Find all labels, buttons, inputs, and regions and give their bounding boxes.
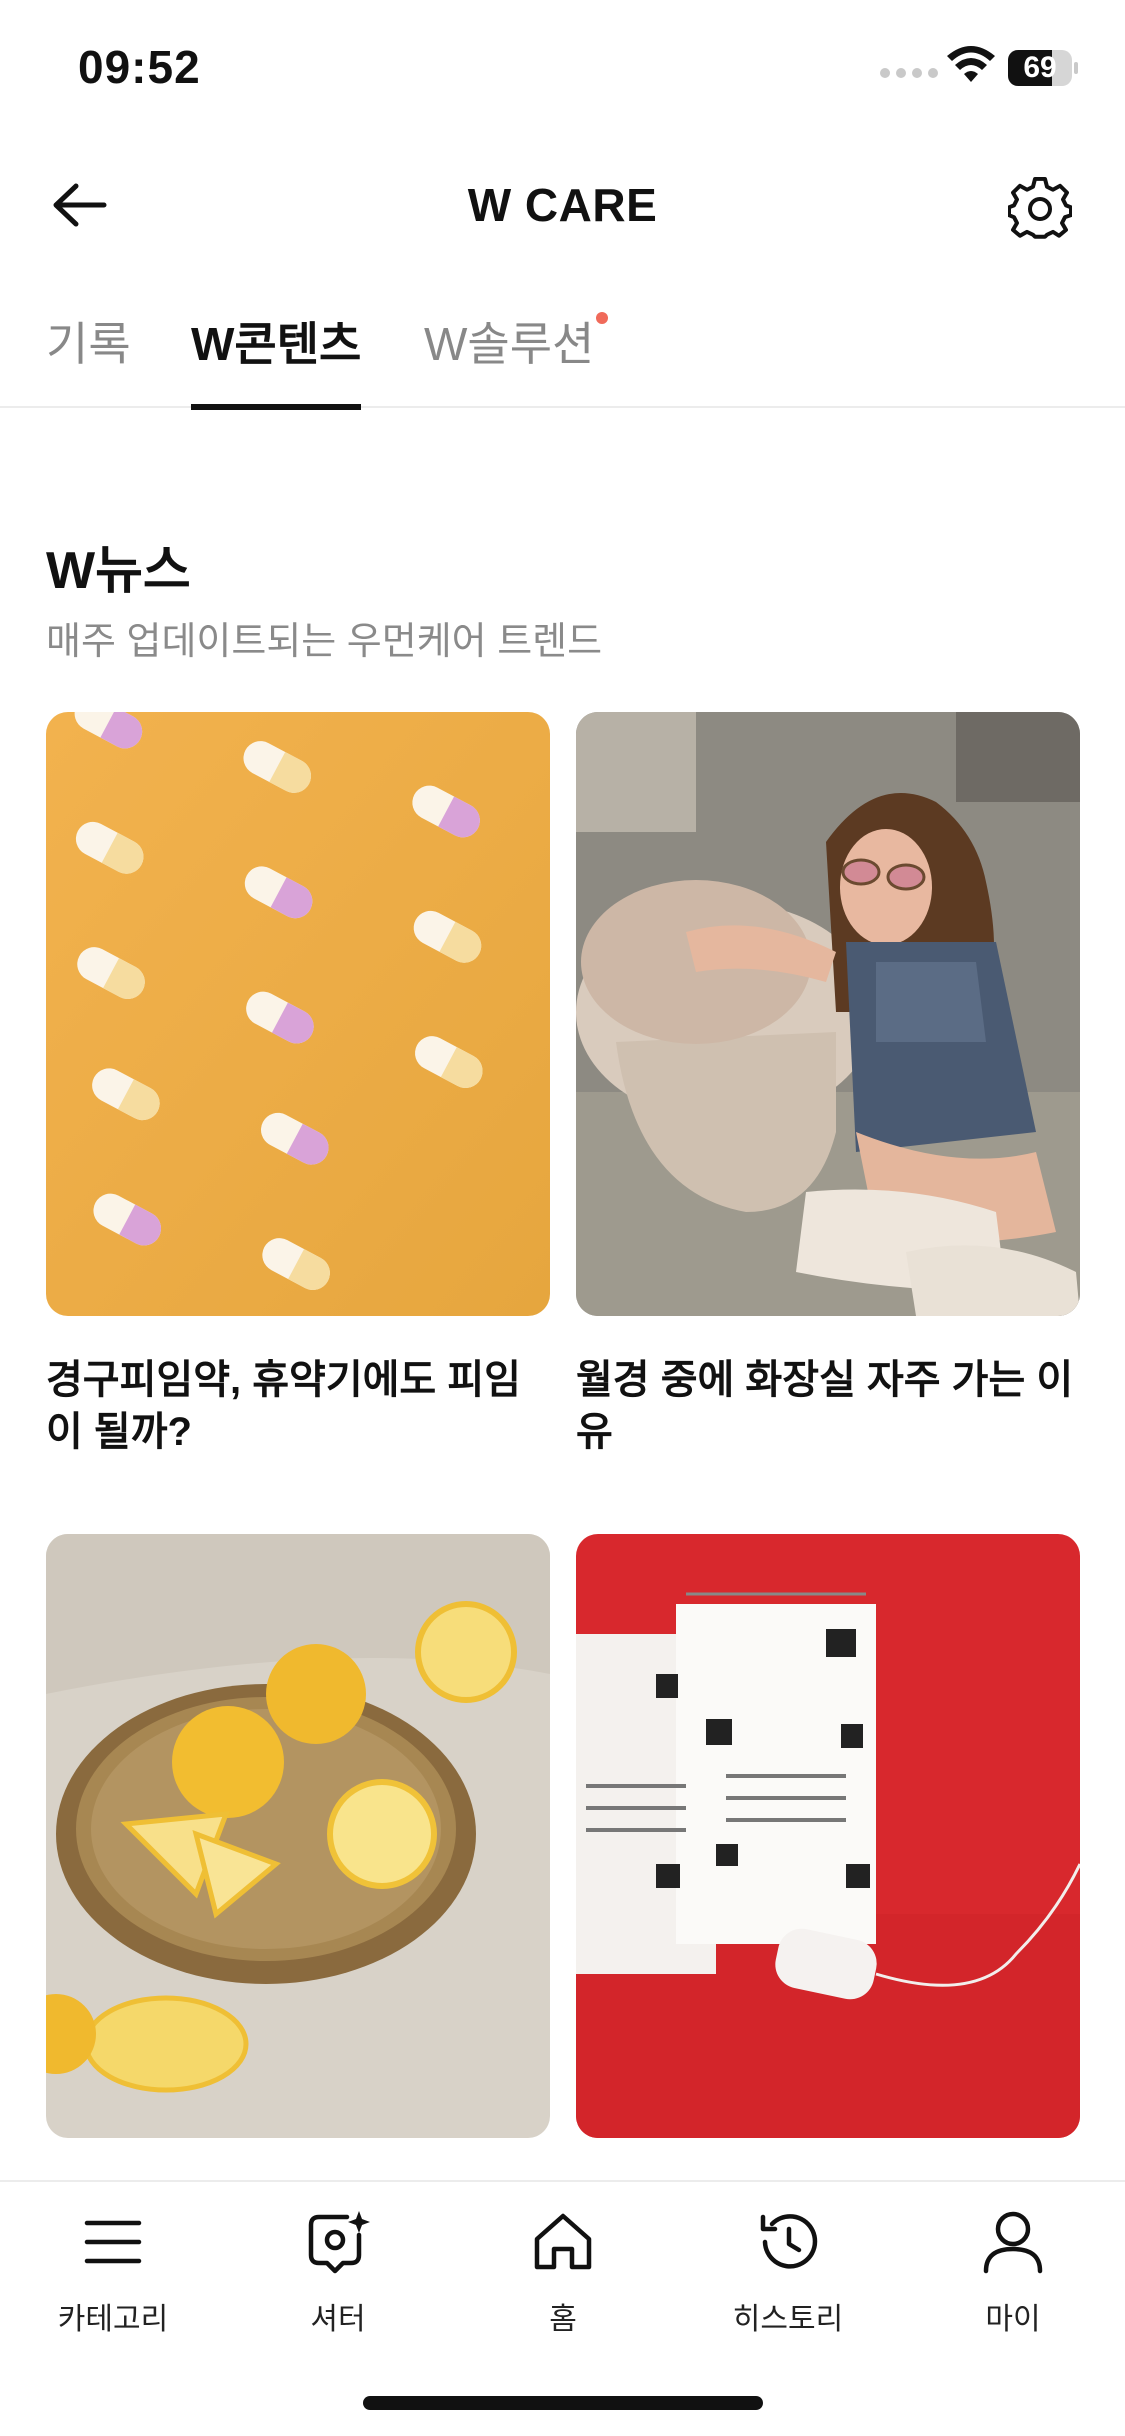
nav-my[interactable]: 마이 xyxy=(913,2204,1113,2344)
app-header: W CARE xyxy=(0,150,1125,260)
battery-level: 69 xyxy=(1023,51,1057,84)
settings-button[interactable] xyxy=(1000,168,1080,248)
status-bar: 09:52 69 xyxy=(0,0,1125,140)
news-card[interactable] xyxy=(576,1534,1080,2176)
section-subtitle: 매주 업데이트되는 우먼케어 트렌드 xyxy=(46,621,603,663)
status-time: 09:52 xyxy=(78,41,201,93)
news-card-title: 경구피임약, 휴약기에도 피임이 될까? xyxy=(46,1358,521,1454)
nav-home[interactable]: 홈 xyxy=(463,2204,663,2344)
new-badge-dot xyxy=(596,312,609,324)
lemons-photo xyxy=(46,1534,550,2138)
w-care-screen: 09:52 69 W CARE 기록 W콘텐츠 W솔루션 W뉴스 매주 업데이트… xyxy=(0,0,1125,2436)
gear-icon xyxy=(1008,176,1072,239)
menu-icon xyxy=(84,2220,142,2264)
camera-sparkle-icon xyxy=(308,2211,370,2274)
tab-bar: 기록 W콘텐츠 W솔루션 xyxy=(0,290,1125,410)
wifi-icon xyxy=(947,46,995,82)
pills-photo xyxy=(46,712,550,1316)
home-icon xyxy=(534,2213,592,2270)
tab-w-contents[interactable]: W콘텐츠 xyxy=(191,308,362,410)
news-card-title: 월경 중에 화장실 자주 가는 이유 xyxy=(576,1358,1074,1454)
tab-active-indicator xyxy=(191,404,362,410)
page-title: W CARE xyxy=(467,179,658,231)
nav-label: 셔터 xyxy=(310,2303,366,2336)
tab-label: W솔루션 xyxy=(424,318,595,370)
news-card[interactable]: 월경 중에 화장실 자주 가는 이유 xyxy=(576,712,1080,1458)
nav-history[interactable]: 히스토리 xyxy=(688,2204,888,2344)
section-title: W뉴스 xyxy=(46,542,191,600)
news-card[interactable]: 경구피임약, 휴약기에도 피임이 될까? xyxy=(46,712,550,1458)
nav-label: 홈 xyxy=(549,2303,577,2336)
user-icon xyxy=(983,2211,1043,2274)
cellular-signal-icon xyxy=(880,68,938,78)
battery-icon: 69 xyxy=(1008,50,1078,88)
news-card[interactable] xyxy=(46,1534,550,2176)
tab-records[interactable]: 기록 xyxy=(46,308,131,408)
home-indicator[interactable] xyxy=(363,2396,763,2410)
nav-shutter[interactable]: 셔터 xyxy=(238,2204,438,2344)
calendar-tampon-photo xyxy=(576,1534,1080,2138)
nav-category[interactable]: 카테고리 xyxy=(13,2204,213,2344)
woman-toilet-photo xyxy=(576,712,1080,1316)
nav-label: 마이 xyxy=(985,2303,1041,2336)
tab-label: W콘텐츠 xyxy=(191,318,362,370)
tab-label: 기록 xyxy=(46,318,131,370)
nav-label: 히스토리 xyxy=(732,2303,844,2336)
nav-label: 카테고리 xyxy=(57,2303,169,2336)
tab-w-solution[interactable]: W솔루션 xyxy=(424,308,609,408)
history-icon xyxy=(760,2214,818,2269)
